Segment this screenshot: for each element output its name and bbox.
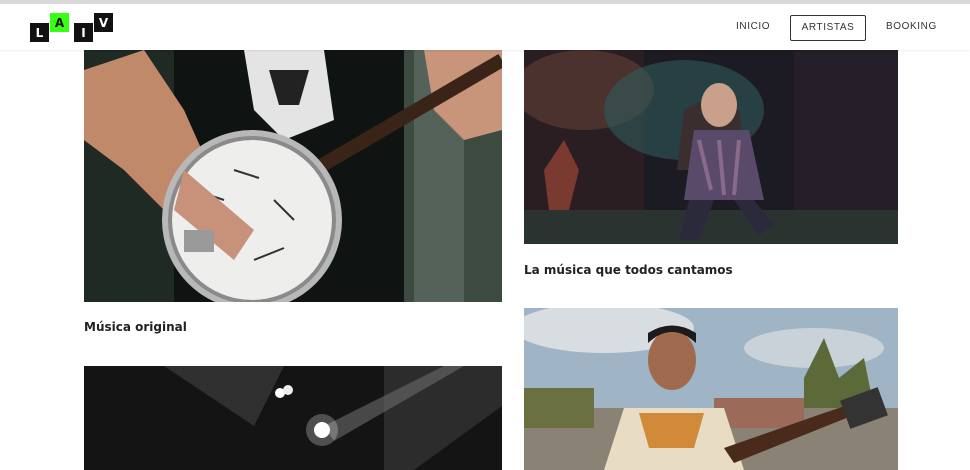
mariachi-photo	[524, 308, 898, 470]
nav-booking[interactable]: BOOKING	[886, 15, 936, 39]
artist-card-image-singer[interactable]	[524, 50, 898, 244]
card-title[interactable]: Música original	[84, 320, 187, 334]
artist-card-image-banjo[interactable]	[84, 50, 502, 302]
logo-letter-a: A	[50, 13, 69, 32]
singer-photo	[524, 50, 898, 244]
logo-letter-l: L	[30, 23, 49, 42]
artist-card-image-mariachi[interactable]	[524, 308, 898, 470]
card-title[interactable]: La música que todos cantamos	[524, 263, 733, 277]
site-header: L A I V INICIO ARTISTAS BOOKING	[0, 4, 970, 50]
concert-photo	[84, 366, 502, 470]
logo-letter-i: I	[74, 23, 93, 42]
nav-artistas[interactable]: ARTISTAS	[790, 15, 866, 41]
nav-inicio[interactable]: INICIO	[736, 15, 770, 39]
logo-letter-v: V	[94, 13, 113, 32]
banjo-photo	[84, 50, 502, 302]
laiv-logo[interactable]: L A I V	[30, 13, 114, 43]
artist-card-image-concert[interactable]	[84, 366, 502, 470]
